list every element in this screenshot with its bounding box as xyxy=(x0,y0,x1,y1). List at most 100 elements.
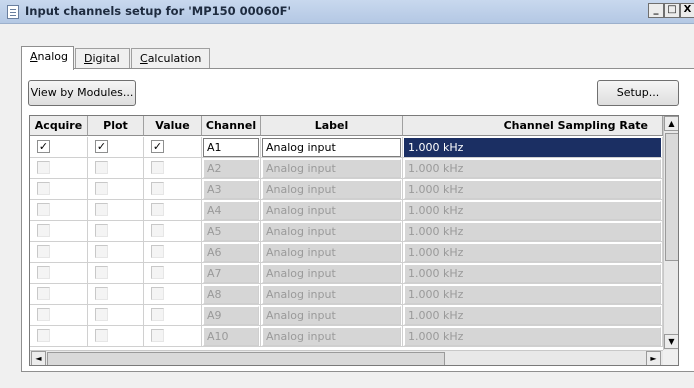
rate-cell: 1.000 kHz xyxy=(403,179,663,200)
acquire-checkbox[interactable] xyxy=(37,308,50,321)
channel-field[interactable]: A4 xyxy=(203,201,259,220)
label-field[interactable]: Analog input xyxy=(262,159,401,178)
plot-checkbox[interactable] xyxy=(95,329,108,342)
plot-checkbox[interactable] xyxy=(95,266,108,279)
label-field[interactable]: Analog input xyxy=(262,306,401,325)
horizontal-scrollbar[interactable]: ◄ ► xyxy=(30,350,663,365)
value-checkbox[interactable] xyxy=(151,203,164,216)
acquire-checkbox[interactable] xyxy=(37,203,50,216)
sampling-rate-field[interactable]: 1.000 kHz xyxy=(404,138,661,157)
acquire-checkbox[interactable] xyxy=(37,182,50,195)
table-row[interactable]: A9 Analog input 1.000 kHz xyxy=(30,305,663,326)
value-checkbox[interactable]: ✓ xyxy=(151,140,164,153)
table-row[interactable]: A2 Analog input 1.000 kHz xyxy=(30,158,663,179)
acquire-checkbox[interactable] xyxy=(37,287,50,300)
value-checkbox[interactable] xyxy=(151,266,164,279)
acquire-checkbox[interactable]: ✓ xyxy=(37,140,50,153)
channel-field[interactable]: A10 xyxy=(203,327,259,346)
plot-checkbox[interactable] xyxy=(95,287,108,300)
plot-checkbox[interactable] xyxy=(95,308,108,321)
label-field[interactable]: Analog input xyxy=(262,201,401,220)
value-checkbox[interactable] xyxy=(151,329,164,342)
sampling-rate-field[interactable]: 1.000 kHz xyxy=(404,243,661,262)
channel-field[interactable]: A3 xyxy=(203,180,259,199)
table-row[interactable]: A4 Analog input 1.000 kHz xyxy=(30,200,663,221)
title-bar[interactable]: Input channels setup for 'MP150 00060F' … xyxy=(0,0,694,24)
plot-checkbox[interactable] xyxy=(95,203,108,216)
table-row[interactable]: A3 Analog input 1.000 kHz xyxy=(30,179,663,200)
view-by-modules-button[interactable]: View by Modules... xyxy=(28,80,136,106)
scroll-down-icon[interactable]: ▼ xyxy=(664,334,678,349)
column-header-channel[interactable]: Channel xyxy=(202,116,261,136)
label-field[interactable]: Analog input xyxy=(262,264,401,283)
maximize-button[interactable]: □ xyxy=(664,3,680,18)
label-field[interactable]: Analog input xyxy=(262,138,401,157)
sampling-rate-field[interactable]: 1.000 kHz xyxy=(404,201,661,220)
scroll-left-icon[interactable]: ◄ xyxy=(31,351,46,365)
table-row[interactable]: ✓ ✓ ✓ A1 Analog input 1.000 kHz xyxy=(30,137,663,158)
sampling-rate-field[interactable]: 1.000 kHz xyxy=(404,285,661,304)
rate-cell: 1.000 kHz xyxy=(403,305,663,326)
sampling-rate-field[interactable]: 1.000 kHz xyxy=(404,264,661,283)
plot-checkbox[interactable] xyxy=(95,245,108,258)
channel-field[interactable]: A9 xyxy=(203,306,259,325)
sampling-rate-field[interactable]: 1.000 kHz xyxy=(404,327,661,346)
setup-button[interactable]: Setup... xyxy=(597,80,679,106)
sampling-rate-field[interactable]: 1.000 kHz xyxy=(404,159,661,178)
value-checkbox[interactable] xyxy=(151,224,164,237)
column-header-value[interactable]: Value xyxy=(144,116,202,136)
column-header-plot[interactable]: Plot xyxy=(88,116,144,136)
tab-calculation[interactable]: Calculation xyxy=(131,48,210,69)
acquire-checkbox[interactable] xyxy=(37,266,50,279)
tab-analog[interactable]: Analog xyxy=(21,46,74,70)
scroll-up-icon[interactable]: ▲ xyxy=(664,116,678,131)
label-field[interactable]: Analog input xyxy=(262,180,401,199)
column-header-acquire[interactable]: Acquire xyxy=(30,116,88,136)
label-field[interactable]: Analog input xyxy=(262,243,401,262)
label-field[interactable]: Analog input xyxy=(262,222,401,241)
window-title: Input channels setup for 'MP150 00060F' xyxy=(25,4,292,18)
acquire-checkbox[interactable] xyxy=(37,161,50,174)
table-row[interactable]: A8 Analog input 1.000 kHz xyxy=(30,284,663,305)
channel-field[interactable]: A8 xyxy=(203,285,259,304)
minimize-button[interactable]: _ xyxy=(648,3,664,18)
plot-checkbox[interactable] xyxy=(95,161,108,174)
scroll-right-icon[interactable]: ► xyxy=(646,351,661,365)
acquire-checkbox[interactable] xyxy=(37,329,50,342)
channel-field[interactable]: A6 xyxy=(203,243,259,262)
sampling-rate-field[interactable]: 1.000 kHz xyxy=(404,180,661,199)
sampling-rate-field[interactable]: 1.000 kHz xyxy=(404,306,661,325)
acquire-cell xyxy=(30,284,88,305)
value-checkbox[interactable] xyxy=(151,161,164,174)
table-row[interactable]: A7 Analog input 1.000 kHz xyxy=(30,263,663,284)
channel-field[interactable]: A2 xyxy=(203,159,259,178)
plot-checkbox[interactable] xyxy=(95,182,108,195)
sampling-rate-field[interactable]: 1.000 kHz xyxy=(404,222,661,241)
vertical-scroll-thumb[interactable] xyxy=(665,133,678,261)
acquire-checkbox[interactable] xyxy=(37,224,50,237)
table-row[interactable]: A6 Analog input 1.000 kHz xyxy=(30,242,663,263)
channel-cell: A10 xyxy=(202,326,261,347)
value-checkbox[interactable] xyxy=(151,308,164,321)
plot-checkbox[interactable] xyxy=(95,224,108,237)
table-row[interactable]: A10 Analog input 1.000 kHz xyxy=(30,326,663,347)
close-button[interactable]: X xyxy=(680,3,694,18)
column-header-label[interactable]: Label xyxy=(261,116,403,136)
channel-field[interactable]: A1 xyxy=(203,138,259,157)
channel-cell: A5 xyxy=(202,221,261,242)
tab-digital[interactable]: Digital xyxy=(75,48,130,69)
label-field[interactable]: Analog input xyxy=(262,327,401,346)
column-header-sampling-rate[interactable]: Channel Sampling Rate xyxy=(403,116,663,136)
table-row[interactable]: A5 Analog input 1.000 kHz xyxy=(30,221,663,242)
value-checkbox[interactable] xyxy=(151,287,164,300)
value-checkbox[interactable] xyxy=(151,182,164,195)
channel-field[interactable]: A7 xyxy=(203,264,259,283)
channel-field[interactable]: A5 xyxy=(203,222,259,241)
label-field[interactable]: Analog input xyxy=(262,285,401,304)
label-cell: Analog input xyxy=(261,221,403,242)
acquire-checkbox[interactable] xyxy=(37,245,50,258)
plot-checkbox[interactable]: ✓ xyxy=(95,140,108,153)
value-checkbox[interactable] xyxy=(151,245,164,258)
vertical-scrollbar[interactable]: ▲ ▼ xyxy=(663,116,678,350)
horizontal-scroll-thumb[interactable] xyxy=(47,352,445,365)
